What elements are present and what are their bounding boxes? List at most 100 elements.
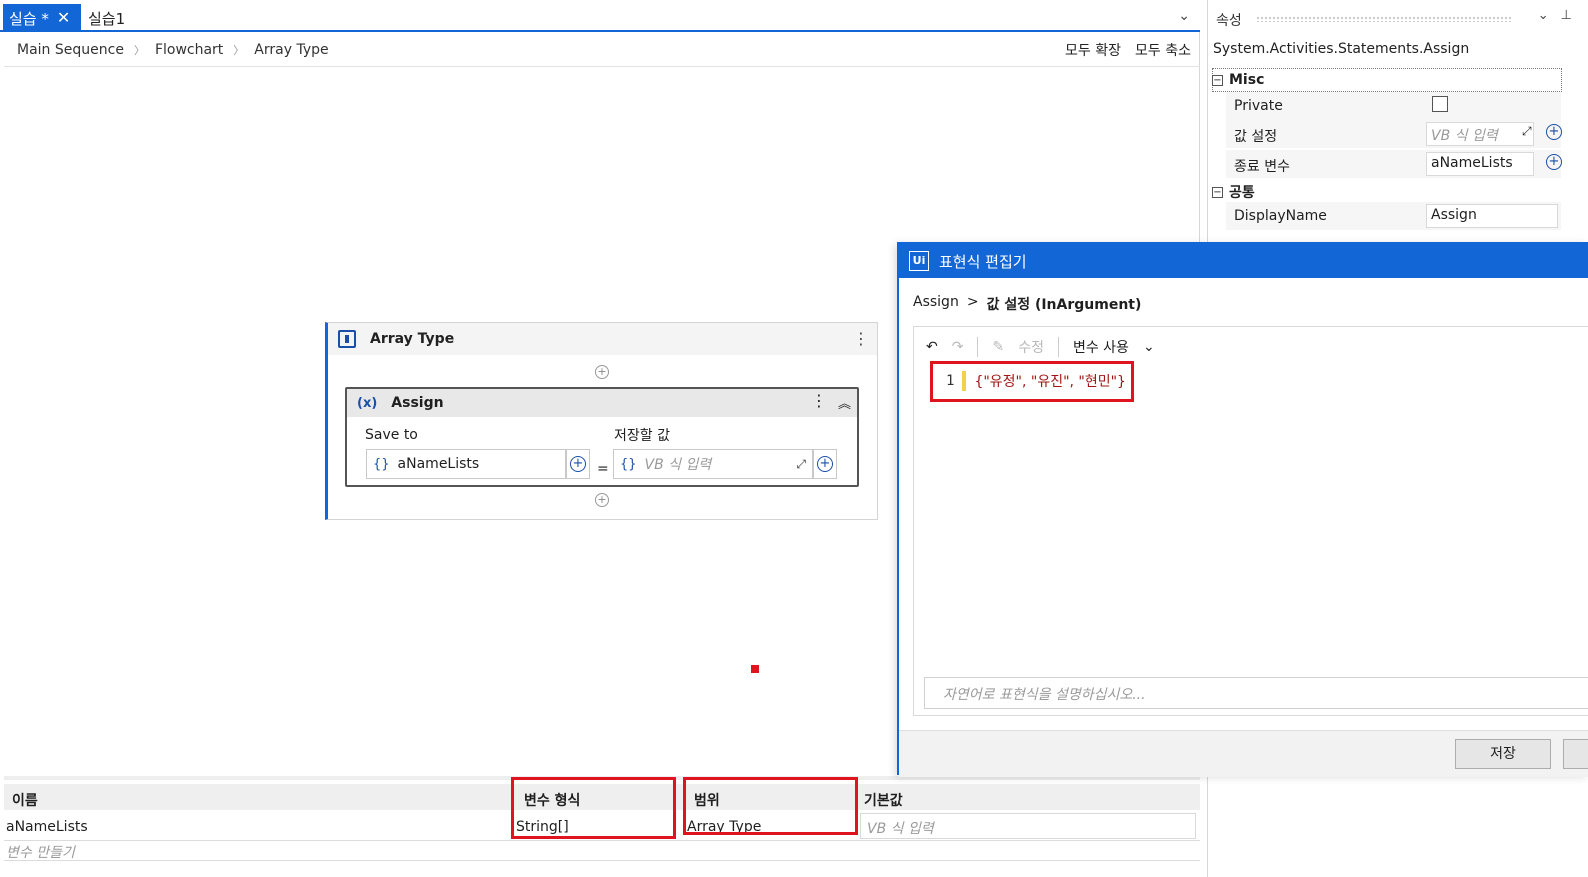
- chevron-down-icon[interactable]: ⌄: [1538, 8, 1549, 23]
- highlight-box-code: [930, 361, 1134, 402]
- braces-icon: {}: [620, 456, 637, 472]
- expand-icon[interactable]: ⤢: [1522, 124, 1532, 139]
- var-default-input[interactable]: VB 식 입력: [860, 813, 1196, 839]
- dialog-titlebar[interactable]: Ui 표현식 편집기: [899, 244, 1588, 278]
- save-to-input[interactable]: {} aNameLists: [366, 449, 566, 479]
- property-row-private: Private: [1226, 92, 1561, 120]
- dialog-crumb-separator: >: [966, 294, 979, 310]
- divider: [977, 337, 979, 357]
- dialog-footer: 저장: [899, 730, 1588, 777]
- tab-inactive[interactable]: 실습1: [88, 8, 125, 29]
- collapse-box-icon[interactable]: −: [1212, 74, 1223, 86]
- dialog-title: 표현식 편집기: [939, 252, 1027, 271]
- breadcrumb: Main Sequence 〉 Flowchart 〉 Array Type: [17, 42, 329, 58]
- tab-active[interactable]: 실습 * ✕: [3, 4, 81, 32]
- fix-button[interactable]: 수정: [1018, 337, 1044, 357]
- breadcrumb-item[interactable]: Array Type: [254, 42, 328, 58]
- dialog-crumb-parent: Assign: [913, 294, 959, 310]
- activity-type-name: System.Activities.Statements.Assign: [1213, 41, 1470, 57]
- property-row-value: 값 설정 VB 식 입력 ⤢ +: [1226, 120, 1562, 148]
- editor-toolbar: ↶ ↷ ✎ 수정 변수 사용 ⌄: [926, 337, 1155, 357]
- plus-circle-icon[interactable]: +: [1546, 154, 1562, 170]
- document-tabstrip: 실습 * ✕ 실습1 ⌄: [0, 0, 1200, 32]
- category-common-label: 공통: [1229, 185, 1255, 201]
- assign-title: Assign: [391, 395, 444, 411]
- save-to-label: Save to: [365, 427, 418, 443]
- value-label: 저장할 값: [614, 428, 670, 444]
- expand-collapse-links: 모두 확장 모두 축소: [1065, 40, 1191, 60]
- highlight-box-type: [511, 777, 676, 839]
- divider: [4, 840, 1200, 841]
- breadcrumb-item[interactable]: Main Sequence: [17, 42, 124, 58]
- chevron-down-icon[interactable]: ⌄: [1178, 8, 1190, 24]
- collapse-all-button[interactable]: 모두 축소: [1135, 40, 1191, 60]
- save-button[interactable]: 저장: [1455, 739, 1551, 769]
- drag-handle[interactable]: [1256, 16, 1512, 22]
- close-icon[interactable]: ✕: [57, 10, 70, 26]
- dialog-crumb-current: 값 설정 (InArgument): [986, 297, 1142, 313]
- collapse-box-icon[interactable]: −: [1212, 186, 1223, 198]
- divider: [4, 66, 1200, 67]
- save-to-value: aNameLists: [397, 456, 480, 472]
- cancel-button[interactable]: [1563, 739, 1588, 769]
- category-misc-label: Misc: [1229, 72, 1265, 88]
- expand-all-button[interactable]: 모두 확장: [1065, 40, 1121, 60]
- plus-circle-icon: +: [817, 456, 833, 472]
- private-checkbox[interactable]: [1432, 96, 1448, 112]
- property-name: Private: [1234, 98, 1283, 114]
- plus-circle-icon[interactable]: +: [1546, 124, 1562, 140]
- property-name: DisplayName: [1234, 208, 1327, 224]
- category-misc[interactable]: − Misc: [1212, 72, 1264, 88]
- tab-active-label: 실습 *: [9, 9, 49, 28]
- add-activity-icon[interactable]: +: [595, 493, 609, 507]
- equals-sign: =: [597, 461, 609, 477]
- highlight-box-scope: [683, 777, 858, 835]
- col-name-header[interactable]: 이름: [12, 790, 38, 810]
- variable-icon: (x): [357, 395, 378, 411]
- property-row-to: 종료 변수 aNameLists +: [1226, 150, 1562, 178]
- sequence-title: Array Type: [370, 331, 455, 347]
- magic-fix-icon[interactable]: ✎: [992, 339, 1004, 355]
- breadcrumb-item[interactable]: Flowchart: [155, 42, 223, 58]
- value-placeholder: VB 식 입력: [644, 457, 712, 473]
- var-name-cell[interactable]: aNameLists: [6, 819, 88, 835]
- assign-header[interactable]: (x) Assign: [347, 389, 857, 417]
- braces-icon: {}: [373, 456, 390, 472]
- redo-icon[interactable]: ↷: [952, 339, 964, 355]
- use-variable-button[interactable]: 변수 사용: [1073, 337, 1129, 357]
- uipath-logo-icon: Ui: [909, 251, 929, 271]
- panel-controls: ⌄ ⊥: [1538, 8, 1572, 23]
- value-add-button[interactable]: +: [813, 449, 837, 479]
- create-variable-input[interactable]: 변수 만들기: [6, 842, 75, 862]
- divider: [1057, 337, 1059, 357]
- var-default-placeholder: VB 식 입력: [867, 821, 934, 837]
- save-to-add-button[interactable]: +: [566, 449, 590, 479]
- natural-language-input[interactable]: 자연어로 표현식을 설명하십시오...: [924, 677, 1588, 709]
- expression-editor-dialog: Ui 표현식 편집기 Assign > 값 설정 (InArgument) ↶ …: [897, 242, 1588, 777]
- dialog-breadcrumb: Assign > 값 설정 (InArgument): [913, 294, 1141, 314]
- chevron-down-icon[interactable]: ⌄: [1143, 339, 1155, 355]
- nl-placeholder: 자연어로 표현식을 설명하십시오...: [943, 687, 1146, 703]
- category-common[interactable]: − 공통: [1212, 182, 1255, 202]
- value-property-input[interactable]: VB 식 입력: [1426, 122, 1534, 146]
- expand-icon[interactable]: ⤢: [796, 457, 806, 472]
- chevron-right-icon: 〉: [233, 44, 245, 57]
- col-default-header[interactable]: 기본값: [864, 790, 903, 810]
- category-focus: [1212, 68, 1562, 92]
- properties-title: 속성: [1216, 13, 1242, 29]
- sequence-icon: [338, 330, 356, 348]
- undo-icon[interactable]: ↶: [926, 339, 938, 355]
- kebab-menu-icon[interactable]: ⋮: [811, 391, 827, 410]
- pin-icon[interactable]: ⊥: [1561, 8, 1572, 23]
- add-activity-icon[interactable]: +: [595, 365, 609, 379]
- plus-circle-icon: +: [570, 456, 586, 472]
- collapse-icon[interactable]: ︽: [838, 393, 851, 412]
- value-input[interactable]: {} VB 식 입력 ⤢: [613, 449, 813, 479]
- sequence-header[interactable]: Array Type: [328, 323, 877, 355]
- to-property-input[interactable]: aNameLists: [1426, 152, 1534, 176]
- kebab-menu-icon[interactable]: ⋮: [853, 329, 869, 348]
- displayname-input[interactable]: Assign: [1426, 204, 1558, 228]
- assign-activity[interactable]: (x) Assign ⋮ ︽ Save to 저장할 값 {} aNameLis…: [345, 387, 859, 487]
- chevron-right-icon: 〉: [133, 44, 145, 57]
- property-name: 값 설정: [1234, 129, 1278, 145]
